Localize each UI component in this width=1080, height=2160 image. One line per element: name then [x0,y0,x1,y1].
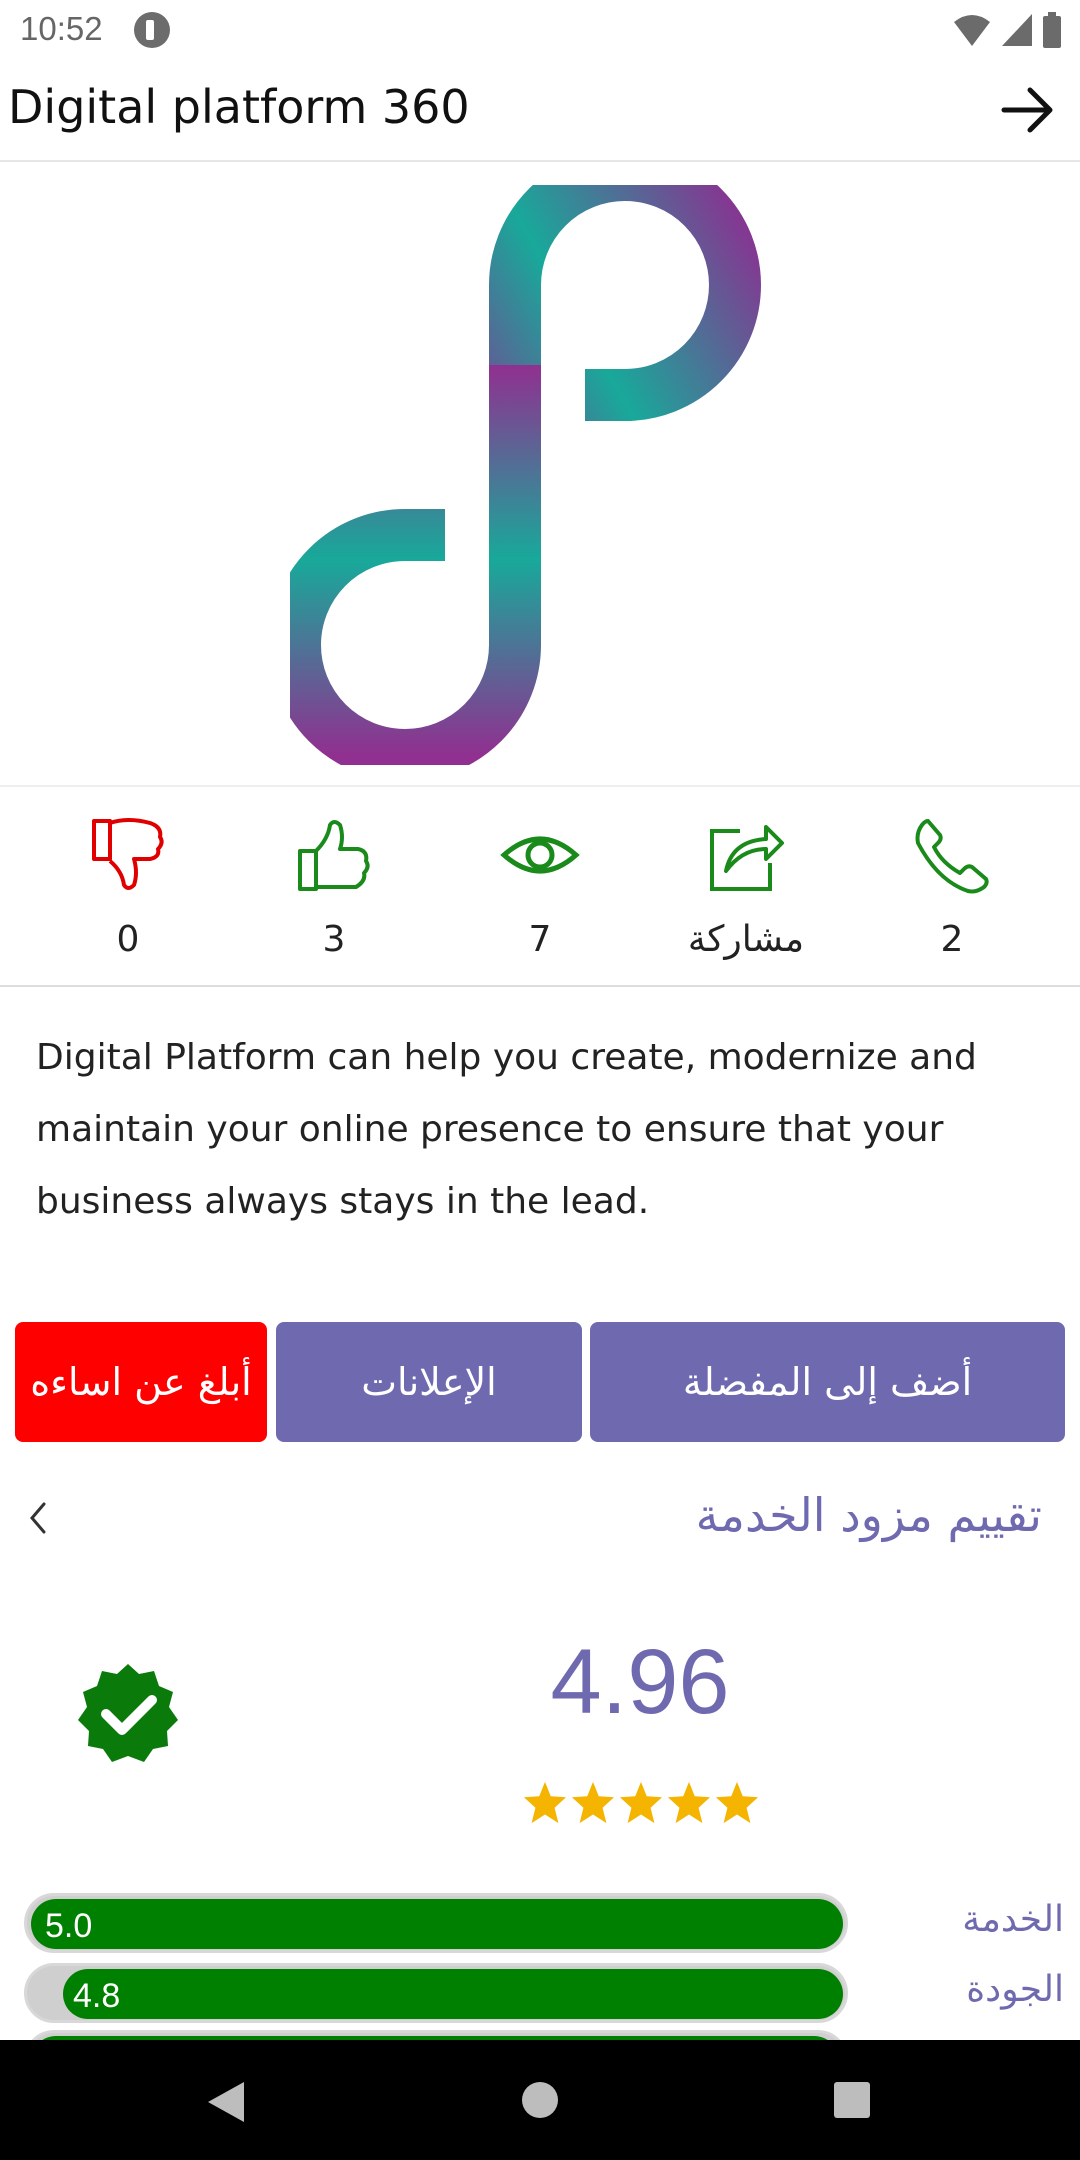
ads-button[interactable]: الإعلانات [276,1322,582,1442]
rating-bar-fill: 5.0 [31,1899,843,1949]
star-icon [667,1781,711,1824]
add-to-favorites-button[interactable]: أضف إلى المفضلة [590,1322,1065,1442]
star-icon [571,1781,615,1824]
status-icons [952,12,1062,48]
like-stat[interactable]: 3 [234,797,434,977]
battery-icon [1043,12,1061,48]
arrow-right-icon[interactable] [998,80,1058,140]
views-count: 7 [528,919,552,960]
rating-bar-track: 5.0 [24,1893,848,1953]
share-label: مشاركة [687,919,805,960]
report-abuse-button[interactable]: أبلغ عن اساءه [15,1322,267,1442]
share-stat[interactable]: مشاركة [646,797,846,977]
signal-icon [1002,14,1032,46]
system-nav-bar [0,2040,1080,2160]
star-rating [522,1780,760,1826]
rating-bar-quality: 4.8 الجودة [24,1963,1064,2023]
page-title: Digital platform 360 [8,80,470,134]
phone-icon [915,819,989,894]
like-icon [298,820,370,891]
eye-icon [500,836,580,874]
rating-bar-fill: 4.8 [63,1969,843,2019]
status-time: 10:52 [20,10,103,47]
verified-icon [78,1664,178,1762]
like-count: 3 [322,919,346,960]
rating-bar-service: 5.0 الخدمة [24,1893,1064,1953]
nav-back-icon[interactable] [206,2080,246,2124]
nav-recent-apps-icon[interactable] [834,2082,870,2118]
screen: 10:52 Digital platform 360 0 3 7 مشاركة … [0,0,1080,2160]
star-icon [523,1781,567,1824]
status-bar: 10:52 [0,0,1080,60]
dislike-stat[interactable]: 0 [28,797,228,977]
rating-bar-label: الجودة [966,1969,1064,2010]
app-bar: Digital platform 360 [0,60,1080,162]
calls-stat[interactable]: 2 [852,797,1052,977]
wifi-icon [954,15,990,46]
star-icon [619,1781,663,1824]
notification-app-icon [134,12,170,48]
rating-bar-label: الخدمة [962,1899,1064,1940]
dislike-icon [92,818,164,890]
company-logo [290,185,761,765]
rating-score: 4.96 [550,1631,730,1733]
chevron-left-icon[interactable] [24,1500,54,1536]
rating-bar-value: 5.0 [45,1907,93,1945]
stats-row: 0 3 7 مشاركة 2 [0,785,1080,987]
nav-home-icon[interactable] [522,2082,558,2118]
description-text: Digital Platform can help you create, mo… [36,1037,977,1222]
star-icon [715,1781,759,1824]
rating-bar-value: 4.8 [73,1977,121,2015]
rating-section-title: تقييم مزود الخدمة [695,1488,1042,1542]
calls-count: 2 [940,919,964,960]
views-stat: 7 [440,797,640,977]
share-icon [710,825,784,891]
dislike-count: 0 [116,919,140,960]
rating-bar-track: 4.8 [24,1963,848,2023]
